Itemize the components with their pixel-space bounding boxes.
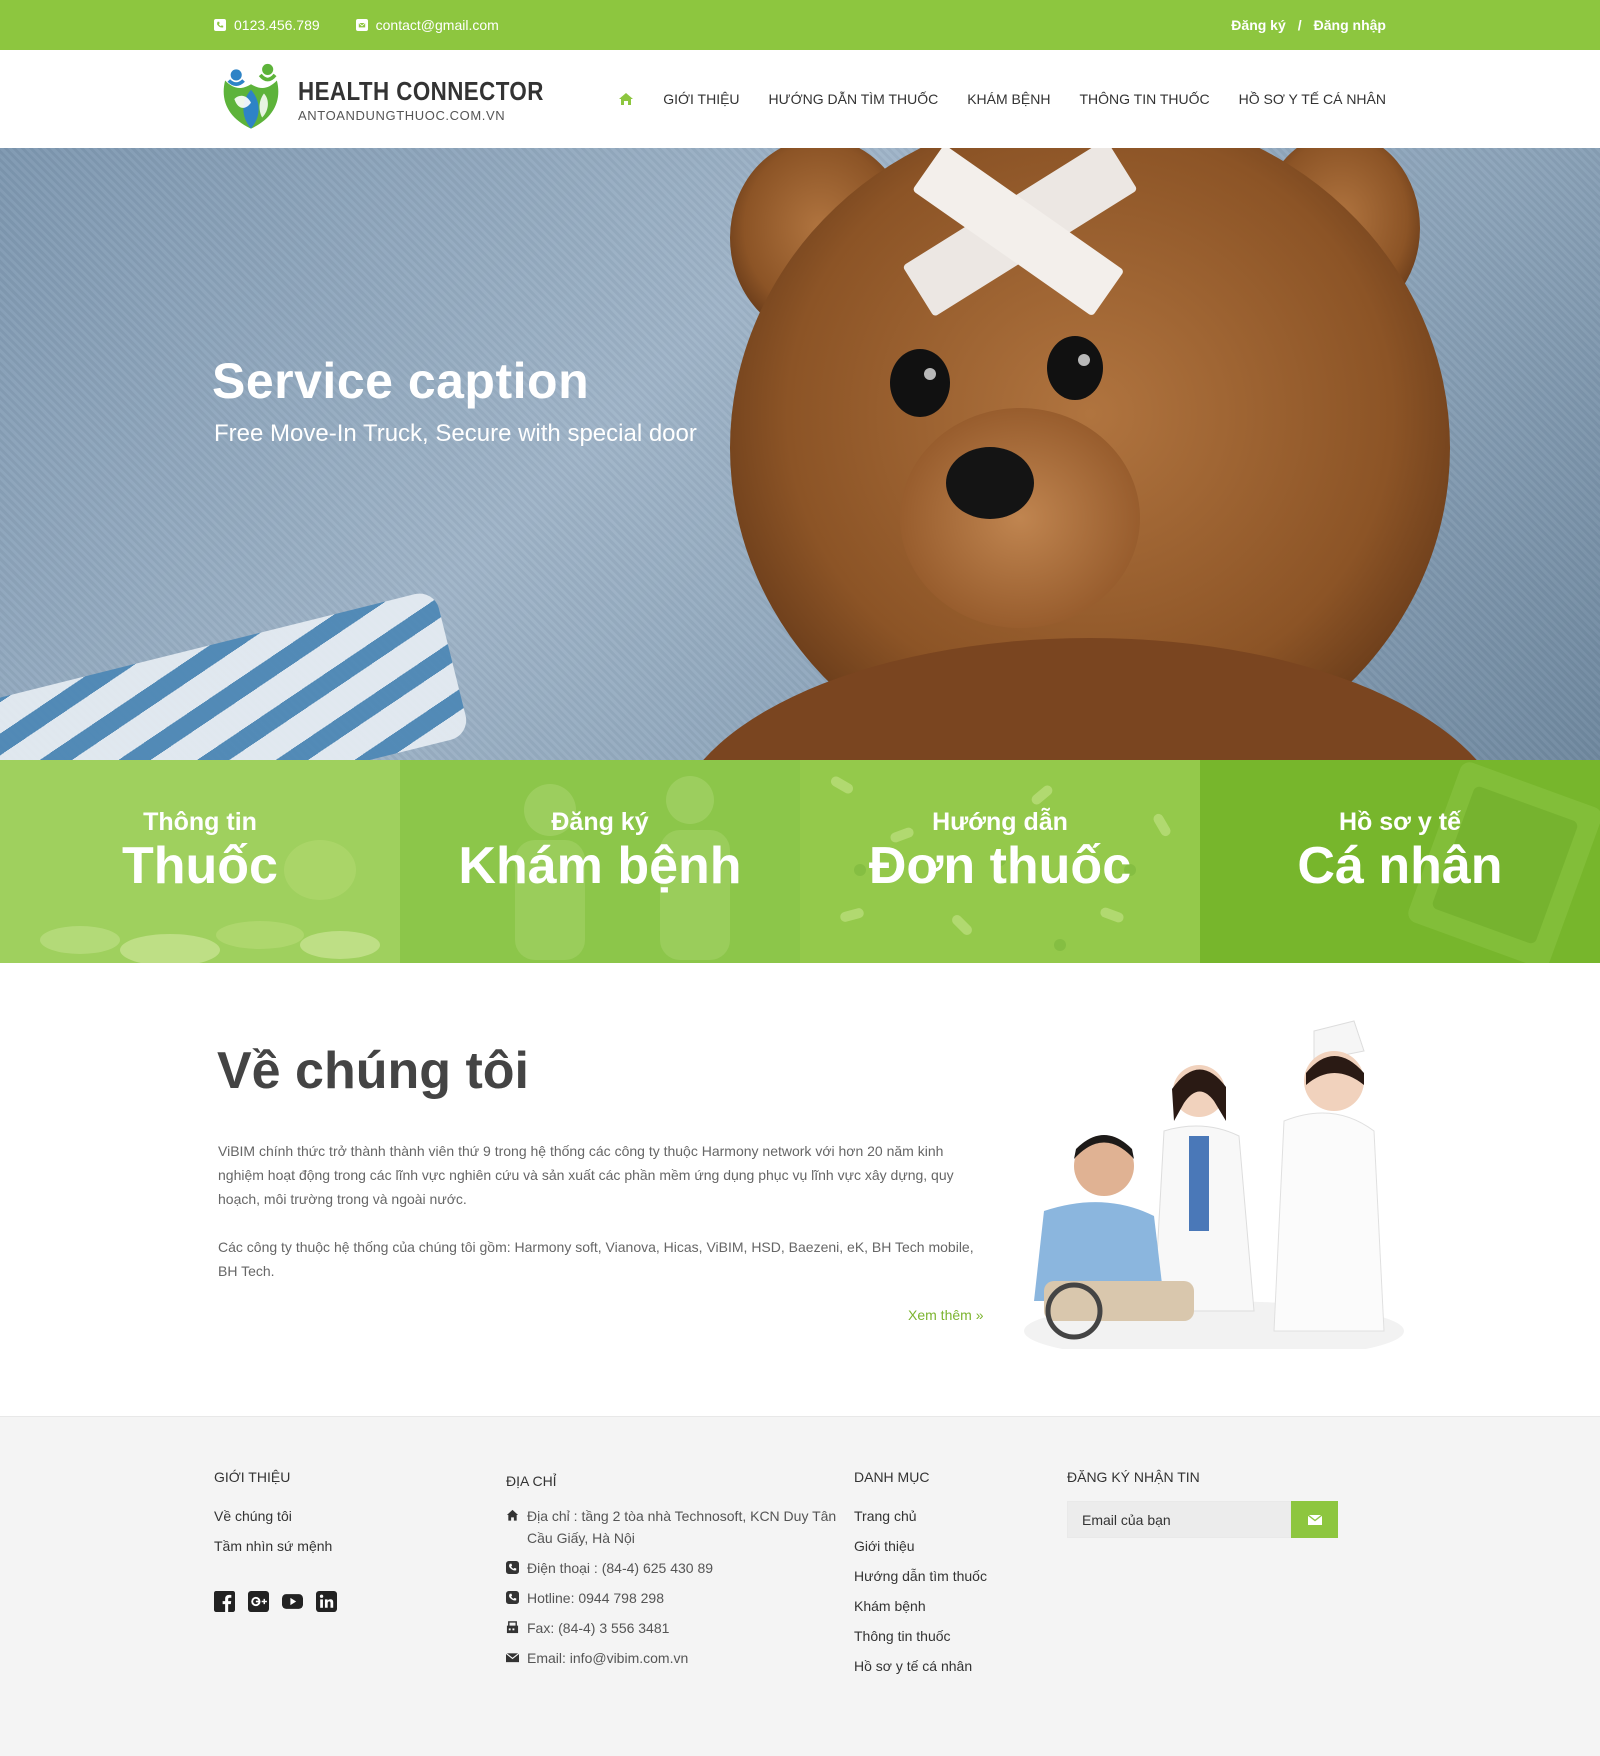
hero-subtitle: Free Move-In Truck, Secure with special … <box>214 420 697 447</box>
envelope-icon <box>1307 1513 1322 1525</box>
footer-menu-intro[interactable]: Giới thiệu <box>854 1531 1054 1561</box>
tile-prescription-big: Đơn thuốc <box>868 837 1132 895</box>
hotline-text: Hotline: 0944 798 298 <box>527 1590 664 1606</box>
about-section: Về chúng tôi ViBIM chính thức trở thành … <box>0 963 1600 1416</box>
tile-examination-small: Đăng ký <box>551 808 649 836</box>
phone-line: Điện thoại : (84-4) 625 430 89 <box>506 1557 846 1579</box>
envelope-icon <box>506 1652 519 1663</box>
footer-newsletter-column: ĐĂNG KÝ NHẬN TIN <box>1067 1469 1387 1538</box>
footer-menu-health-record[interactable]: Hồ sơ y tế cá nhân <box>854 1651 1054 1681</box>
teddy-bear-image <box>703 148 1477 760</box>
phone-number: 0123.456.789 <box>234 17 320 33</box>
read-more-link[interactable]: Xem thêm » <box>908 1307 983 1323</box>
main-nav: GIỚI THIỆU HƯỚNG DẪN TÌM THUỐC KHÁM BỆNH… <box>618 91 1386 107</box>
tile-health-record-small: Hồ sơ y tế <box>1339 808 1461 836</box>
register-link[interactable]: Đăng ký <box>1231 17 1285 33</box>
auth-separator: / <box>1297 17 1302 33</box>
footer-address-column: ĐỊA CHỈ Địa chỉ : tầng 2 tòa nhà Technos… <box>506 1473 846 1677</box>
newsletter-submit-button[interactable] <box>1291 1501 1338 1538</box>
phone-text: Điện thoại : (84-4) 625 430 89 <box>527 1560 714 1576</box>
nav-item-find-medicine[interactable]: HƯỚNG DẪN TÌM THUỐC <box>769 91 939 107</box>
footer-menu-examination[interactable]: Khám bệnh <box>854 1591 1054 1621</box>
top-bar: 0123.456.789 contact@gmail.com Đăng ký /… <box>0 0 1600 50</box>
about-body: ViBIM chính thức trở thành thành viên th… <box>218 1139 988 1283</box>
about-paragraph-2: Các công ty thuộc hệ thống của chúng tôi… <box>218 1239 974 1279</box>
home-icon[interactable] <box>618 92 634 106</box>
hero-banner: Service caption Free Move-In Truck, Secu… <box>0 148 1600 760</box>
footer-menu-home[interactable]: Trang chủ <box>854 1501 1054 1531</box>
google-plus-icon[interactable] <box>248 1591 269 1612</box>
newsletter-heading: ĐĂNG KÝ NHẬN TIN <box>1067 1469 1200 1485</box>
site-logo[interactable]: HEALTH CONNECTOR ANTOANDUNGTHUOC.COM.VN <box>214 62 584 136</box>
medical-staff-image <box>1024 1020 1404 1349</box>
email-address: contact@gmail.com <box>375 17 499 33</box>
fax-text: Fax: (84-4) 3 556 3481 <box>527 1620 670 1636</box>
facebook-icon[interactable] <box>214 1591 235 1612</box>
about-title: Về chúng tôi <box>217 1042 529 1100</box>
tile-health-record-big: Cá nhân <box>1297 837 1503 895</box>
nav-item-health-record[interactable]: HỒ SƠ Y TẾ CÁ NHÂN <box>1239 91 1386 107</box>
fax-icon <box>506 1621 519 1634</box>
footer-intro-column: GIỚI THIỆU Về chúng tôi Tầm nhìn sứ mệnh <box>214 1469 464 1612</box>
tile-medicine-info[interactable]: Thông tin Thuốc <box>0 760 400 963</box>
social-links <box>214 1591 464 1612</box>
footer-link-vision[interactable]: Tầm nhìn sứ mệnh <box>214 1531 464 1561</box>
tile-prescription[interactable]: Hướng dẫn Đơn thuốc <box>800 760 1200 963</box>
phone-icon <box>214 19 226 31</box>
email-line: Email: info@vibim.com.vn <box>506 1647 846 1669</box>
youtube-icon[interactable] <box>282 1591 303 1612</box>
footer-menu-heading: DANH MỤC <box>854 1469 930 1485</box>
hero-title: Service caption <box>212 353 590 409</box>
nav-item-intro[interactable]: GIỚI THIỆU <box>663 91 739 107</box>
tile-medicine-big: Thuốc <box>122 837 278 895</box>
footer-intro-heading: GIỚI THIỆU <box>214 1469 291 1485</box>
fax-line: Fax: (84-4) 3 556 3481 <box>506 1617 846 1639</box>
address-text: Địa chỉ : tầng 2 tòa nhà Technosoft, KCN… <box>527 1508 837 1546</box>
tile-examination[interactable]: Đăng ký Khám bệnh <box>400 760 800 963</box>
main-header: HEALTH CONNECTOR ANTOANDUNGTHUOC.COM.VN … <box>0 50 1600 148</box>
footer-menu-column: DANH MỤC Trang chủ Giới thiệu Hướng dẫn … <box>854 1469 1054 1681</box>
address-line: Địa chỉ : tầng 2 tòa nhà Technosoft, KCN… <box>506 1505 846 1549</box>
newsletter-form <box>1067 1501 1387 1538</box>
footer-link-about[interactable]: Về chúng tôi <box>214 1501 464 1531</box>
tile-health-record[interactable]: Hồ sơ y tế Cá nhân <box>1200 760 1600 963</box>
nav-item-medicine-info[interactable]: THÔNG TIN THUỐC <box>1079 91 1209 107</box>
tile-medicine-small: Thông tin <box>143 808 257 836</box>
linkedin-icon[interactable] <box>316 1591 337 1612</box>
hotline-line: Hotline: 0944 798 298 <box>506 1587 846 1609</box>
phone-icon <box>506 1591 519 1604</box>
email-contact: contact@gmail.com <box>355 17 499 33</box>
brand-domain: ANTOANDUNGTHUOC.COM.VN <box>298 107 506 123</box>
tile-examination-big: Khám bệnh <box>458 837 742 895</box>
footer-address-heading: ĐỊA CHỈ <box>506 1473 557 1489</box>
phone-contact: 0123.456.789 <box>214 17 320 33</box>
home-icon <box>506 1509 519 1521</box>
footer-menu-medicine-info[interactable]: Thông tin thuốc <box>854 1621 1054 1651</box>
email-text: Email: info@vibim.com.vn <box>527 1650 689 1666</box>
login-link[interactable]: Đăng nhập <box>1314 17 1386 33</box>
tile-prescription-small: Hướng dẫn <box>932 808 1068 836</box>
site-footer: GIỚI THIỆU Về chúng tôi Tầm nhìn sứ mệnh… <box>0 1416 1600 1756</box>
newsletter-email-input[interactable] <box>1067 1501 1291 1538</box>
feature-tiles: Thông tin Thuốc Đăng ký Khám bệnh Hướng … <box>0 760 1600 963</box>
about-paragraph-1: ViBIM chính thức trở thành thành viên th… <box>218 1143 954 1207</box>
envelope-icon <box>355 19 368 31</box>
logo-mark-icon <box>223 63 279 129</box>
nav-item-examination[interactable]: KHÁM BỆNH <box>967 91 1050 107</box>
brand-name: HEALTH CONNECTOR <box>298 75 544 106</box>
phone-icon <box>506 1561 519 1574</box>
footer-menu-find-medicine[interactable]: Hướng dẫn tìm thuốc <box>854 1561 1054 1591</box>
